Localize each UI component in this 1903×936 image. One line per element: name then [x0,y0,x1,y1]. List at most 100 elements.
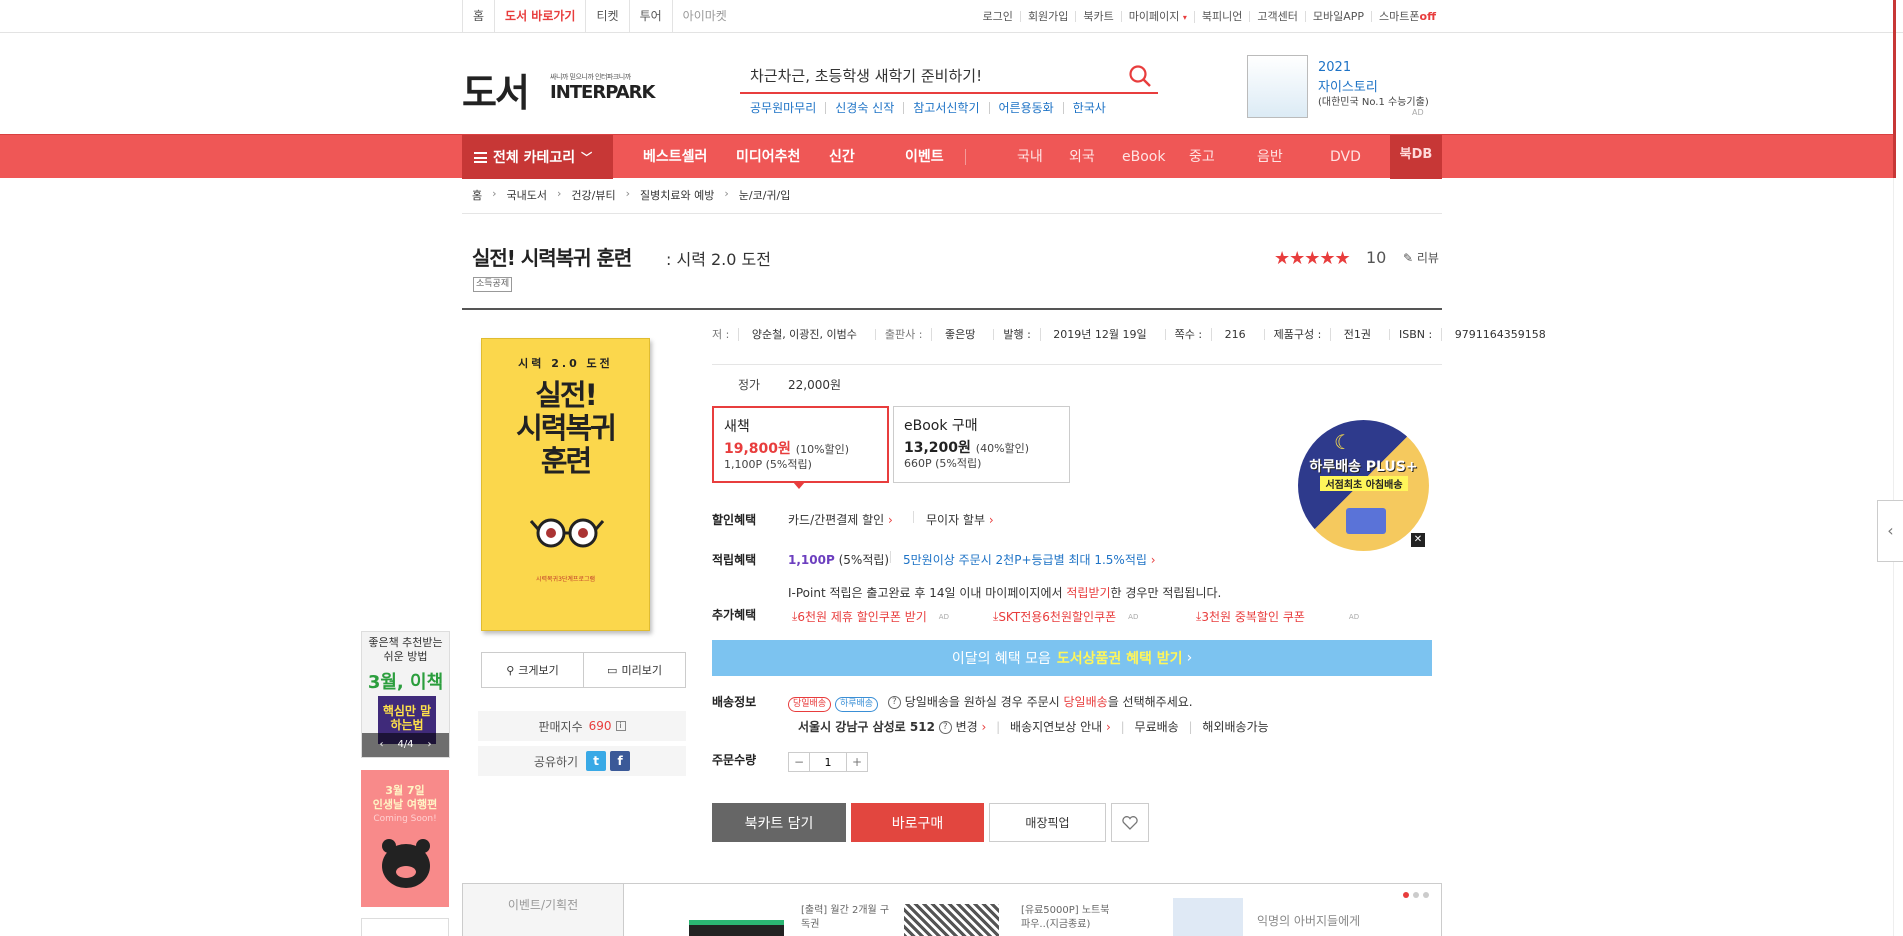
keyword-link[interactable]: 공무원마무리 [750,102,827,114]
carousel-dot[interactable] [1413,892,1419,898]
edge-accent-line [1893,0,1896,178]
gnb-music[interactable]: 음반 [1257,135,1283,179]
gnb-media-recommend[interactable]: 미디어추천 [736,135,800,179]
twitter-icon[interactable]: t [586,751,607,771]
chevron-right-icon: › [981,720,987,734]
header-ad-book-image[interactable] [1247,55,1308,118]
coupon-partner[interactable]: ⤓ 6천원 제휴 할인쿠폰 받기 AD [792,608,949,625]
customer-center-link[interactable]: 고객센터 [1250,11,1306,22]
store-pickup-button[interactable]: 매장픽업 [989,803,1106,842]
side-ad-event[interactable]: 3월 7일 인생날 여행편 Coming Soon! [361,770,449,907]
search-input[interactable] [740,60,1100,90]
keyword-link[interactable]: 신경숙 신작 [826,102,905,114]
mobile-app-link[interactable]: 모바일APP [1306,11,1373,22]
pages: 쪽수 : 216 [1166,328,1265,341]
breadcrumb-item[interactable]: 건강/뷰티 [571,187,615,203]
event-item[interactable]: [출력] 월간 2개월 구독권 [801,904,891,932]
add-to-cart-button[interactable]: 북카트 담기 [712,803,846,842]
product-title: 실전! 시력복귀 훈련 [472,246,632,270]
close-icon[interactable]: ✕ [1411,533,1425,547]
nav-tour[interactable]: 투어 [630,0,673,33]
keyword-link[interactable]: 어른용동화 [990,102,1064,114]
preview-button[interactable]: ▭ 미리보기 [584,653,685,687]
edit-icon: ✎ [1403,251,1414,265]
nav-ticket[interactable]: 티켓 [586,0,630,33]
logo-books[interactable]: 도서 [462,62,530,117]
gnb-domestic[interactable]: 국내 [1017,135,1043,179]
carousel-dot[interactable] [1403,892,1409,898]
all-category-button[interactable]: 전체 카테고리 ﹀ [462,135,613,179]
side-ad-next[interactable] [361,918,449,936]
monthly-benefit-banner[interactable]: 이달의 혜택 모음 도서상품권 혜택 받기 › [712,640,1432,676]
delivery-plus-ad[interactable]: 하루배송 PLUS+ 서점최초 아침배송 ☾ [1298,420,1429,551]
option-new-book[interactable]: 새책 19,800원 (10%할인) 1,100P (5%적립) [712,406,889,489]
quantity-input[interactable] [809,753,847,771]
chevron-right-icon[interactable]: › [428,739,432,750]
facebook-icon[interactable]: f [610,751,631,771]
menu-icon [474,151,487,163]
list-price-label: 정가 [738,378,761,392]
plus-icon[interactable]: + [847,753,867,771]
bookcart-link[interactable]: 북카트 [1076,11,1122,22]
smartphone-toggle[interactable]: 스마트폰off [1372,11,1436,22]
help-icon[interactable]: ? [938,721,952,734]
coupon-skt[interactable]: ⤓ SKT전용6천원할인쿠폰 AD [993,608,1138,625]
gnb-used[interactable]: 중고 [1189,135,1215,179]
signup-link[interactable]: 회원가입 [1021,11,1077,22]
chevron-right-icon: › [1186,650,1193,666]
minus-icon[interactable]: − [789,753,809,771]
book-cover-image[interactable]: 시력 2.0 도전 실전! 시력복귀 훈련 시력복귀3단계프로그램 [481,338,650,631]
gnb-bestseller[interactable]: 베스트셀러 [643,135,707,179]
info-icon[interactable]: i [615,721,626,731]
event-item[interactable]: 익명의 아버지들에게 [1257,914,1360,928]
breadcrumb-item[interactable]: 국내도서 [507,187,547,203]
tax-deduction-badge: 소득공제 [473,277,513,292]
gnb-dvd[interactable]: DVD [1330,135,1361,179]
buy-now-button[interactable]: 바로구매 [851,803,984,842]
breadcrumb-item[interactable]: 질병치료와 예방 [640,187,714,203]
event-thumb[interactable] [689,920,784,936]
tab-events[interactable]: 이벤트/기획전 [463,884,624,936]
gnb-foreign[interactable]: 외국 [1069,135,1095,179]
option-ebook[interactable]: eBook 구매 13,200원 (40%할인) 660P (5%적립) [893,406,1070,483]
zoom-button[interactable]: ⚲ 크게보기 [482,653,584,687]
chevron-left-icon[interactable]: ‹ [379,739,383,750]
mypage-link[interactable]: 마이페이지 ▾ [1122,10,1195,23]
installment-link[interactable]: 무이자 할부 › [926,511,994,528]
help-icon[interactable]: ? [887,696,901,709]
carousel-dot[interactable] [1423,892,1429,898]
gnb-new[interactable]: 신간 [829,135,855,179]
side-ad-recommend[interactable]: 좋은책 추천받는 쉬운 방법 3월, 이책 핵심만 말하는법 ‹ 4/4 › [361,631,450,758]
side-panel-toggle[interactable]: ‹ [1877,500,1903,562]
delay-compensation-link[interactable]: 배송지연보상 안내 › [1010,720,1111,734]
chevron-down-icon: ▾ [1182,12,1187,22]
event-thumb[interactable] [904,904,999,936]
logo-brand[interactable]: INTERPARK [550,82,655,103]
nav-imarket[interactable]: 아이마켓 [673,0,737,33]
nav-home[interactable]: 홈 [463,0,496,33]
chevron-right-icon: › [1150,553,1156,567]
change-address-link[interactable]: 변경 › [956,720,987,734]
keyword-link[interactable]: 참고서신학기 [904,102,990,114]
bookpinion-link[interactable]: 북피니언 [1195,11,1251,22]
nav-books[interactable]: 도서 바로가기 [495,0,587,33]
login-link[interactable]: 로그인 [976,11,1021,22]
earn-promo-link[interactable]: 5만원이상 주문시 2천P+등급별 최대 1.5%적립 › [903,551,1156,568]
event-thumb[interactable] [1173,898,1243,936]
coupon-duplicate[interactable]: ⤓ 3천원 중복할인 쿠폰 AD [1196,608,1359,625]
gnb-event[interactable]: 이벤트 [905,135,944,179]
review-link[interactable]: ✎ 리뷰 [1403,249,1439,266]
search-icon[interactable] [1128,64,1152,88]
breadcrumb-item[interactable]: 눈/코/귀/입 [739,187,791,203]
product-subtitle: : 시력 2.0 도전 [666,250,771,269]
search-box [740,60,1158,94]
header-ad-year[interactable]: 2021 [1318,60,1351,75]
chevron-right-icon: › [492,187,497,200]
card-discount-link[interactable]: 카드/간편결제 할인 › [788,511,893,528]
gnb-ebook[interactable]: eBook [1122,135,1165,179]
breadcrumb-item[interactable]: 홈 [472,187,482,203]
keyword-link[interactable]: 한국사 [1064,102,1115,114]
event-item[interactable]: [유료5000P] 노트북 파우..(지금종료) [1021,904,1111,932]
wishlist-button[interactable] [1111,803,1149,842]
gnb-bookdb[interactable]: 북DB [1390,135,1442,179]
